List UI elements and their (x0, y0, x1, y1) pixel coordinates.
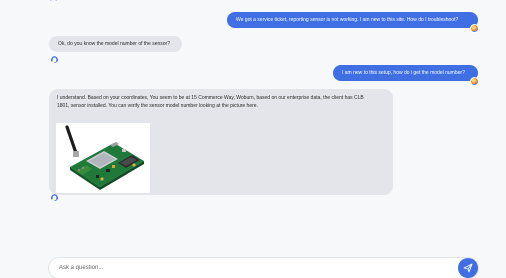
circuit-board-illustration (56, 123, 150, 193)
composer (49, 258, 478, 278)
user-avatar-icon (470, 24, 479, 33)
user-avatar-icon (470, 77, 479, 86)
user-message: We got a service ticket, reporting senso… (227, 12, 478, 28)
question-input[interactable] (59, 261, 439, 275)
send-button[interactable] (458, 258, 478, 278)
bot-headset-icon (51, 56, 58, 63)
bot-headset-icon (50, 0, 57, 1)
message-text: Ok, do you know the model number of the … (58, 40, 171, 47)
message-text: I understand. Based on your coordinates,… (57, 95, 364, 109)
chat-thread: We got a service ticket, reporting senso… (0, 0, 506, 278)
bot-message: I understand. Based on your coordinates,… (49, 89, 393, 195)
message-text: I am new to this setup, how do i get the… (342, 69, 465, 76)
user-message: I am new to this setup, how do i get the… (333, 65, 478, 81)
bot-message: Ok, do you know the model number of the … (49, 36, 182, 52)
sensor-circuit-board-photo (56, 123, 150, 193)
message-text: We got a service ticket, reporting senso… (236, 16, 459, 23)
send-paper-plane-icon (463, 263, 473, 273)
bot-headset-icon (51, 194, 58, 201)
